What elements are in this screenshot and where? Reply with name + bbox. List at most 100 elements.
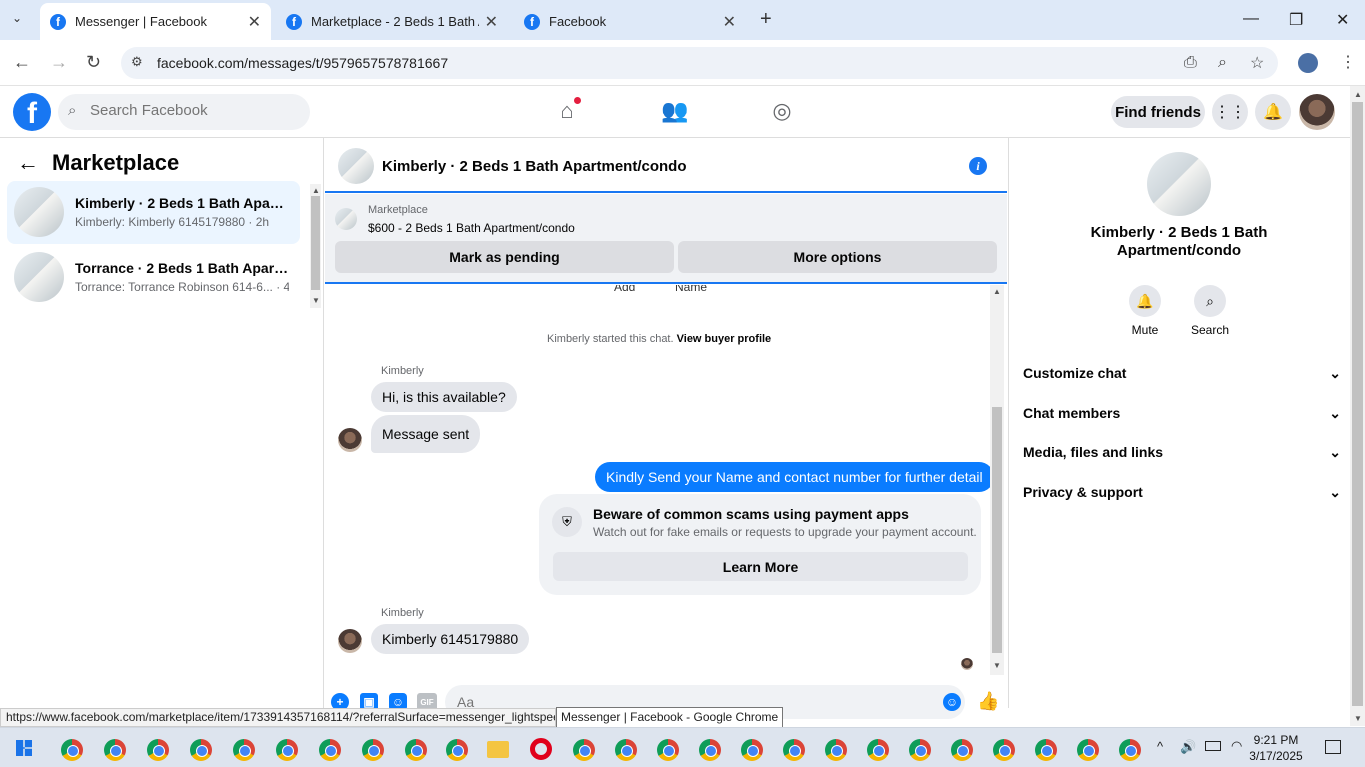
install-icon[interactable]: ⎙: [1184, 54, 1197, 72]
facebook-logo-icon[interactable]: f: [13, 93, 51, 131]
chrome-taskbar-icon[interactable]: [657, 739, 679, 761]
customize-chat-section[interactable]: Customize chat ⌄: [1023, 361, 1341, 385]
chrome-taskbar-icon[interactable]: [909, 739, 931, 761]
chrome-taskbar-icon[interactable]: [233, 739, 255, 761]
volume-icon[interactable]: 🔊: [1180, 739, 1196, 755]
account-avatar[interactable]: [1299, 94, 1335, 130]
chrome-taskbar-icon[interactable]: [319, 739, 341, 761]
incoming-message[interactable]: Message sent: [371, 415, 481, 453]
media-files-links-section[interactable]: Media, files and links ⌄: [1023, 440, 1341, 464]
scroll-up-icon[interactable]: ▲: [993, 287, 1001, 296]
tab-messenger[interactable]: f Messenger | Facebook ✕: [40, 3, 271, 40]
inbox-scrollbar[interactable]: ▲ ▼: [310, 184, 321, 308]
thumbs-up-icon[interactable]: 👍: [977, 691, 999, 712]
scroll-thumb[interactable]: [1352, 102, 1363, 706]
chrome-taskbar-icon[interactable]: [61, 739, 83, 761]
zoom-icon[interactable]: ⌕: [1218, 54, 1227, 72]
scroll-thumb[interactable]: [311, 196, 320, 290]
bell-icon[interactable]: 🔔: [1255, 94, 1291, 130]
mark-pending-button[interactable]: Mark as pending: [335, 241, 674, 273]
address-bar[interactable]: ⚙ facebook.com/messages/t/95796575787816…: [121, 47, 1278, 79]
chrome-taskbar-icon[interactable]: [867, 739, 889, 761]
chrome-taskbar-icon[interactable]: [1119, 739, 1141, 761]
back-arrow-icon[interactable]: ←: [17, 150, 39, 176]
chat-scrollbar[interactable]: ▲ ▼: [990, 285, 1004, 675]
chat-members-section[interactable]: Chat members ⌄: [1023, 401, 1341, 425]
home-icon[interactable]: ⌂: [554, 97, 581, 124]
tab-search-icon[interactable]: ⌄: [12, 11, 22, 25]
wifi-icon[interactable]: ◠: [1231, 738, 1242, 754]
chrome-taskbar-icon[interactable]: [104, 739, 126, 761]
chrome-taskbar-icon[interactable]: [405, 739, 427, 761]
chrome-taskbar-icon[interactable]: [699, 739, 721, 761]
profile-icon[interactable]: [1298, 53, 1318, 73]
groups-icon[interactable]: ◎: [769, 98, 795, 124]
chrome-taskbar-icon[interactable]: [825, 739, 847, 761]
chrome-taskbar-icon[interactable]: [783, 739, 805, 761]
file-explorer-icon[interactable]: [487, 741, 509, 758]
sender-avatar[interactable]: [338, 629, 362, 653]
chrome-menu-icon[interactable]: ⋮: [1340, 52, 1356, 72]
chrome-taskbar-icon[interactable]: [276, 739, 298, 761]
bookmark-star-icon[interactable]: ☆: [1250, 53, 1264, 73]
reload-icon[interactable]: ↻: [86, 52, 101, 73]
facebook-search[interactable]: ⌕: [58, 94, 310, 130]
conversation-item[interactable]: Torrance · 2 Beds 1 Bath Apartm... Torra…: [7, 246, 300, 309]
site-info-icon[interactable]: ⚙: [131, 54, 143, 70]
chrome-taskbar-icon[interactable]: [951, 739, 973, 761]
conversation-item[interactable]: Kimberly · 2 Beds 1 Bath Apart... Kimber…: [7, 181, 300, 244]
tab-close-icon[interactable]: ✕: [723, 12, 736, 32]
info-icon[interactable]: i: [969, 157, 987, 175]
new-tab-button[interactable]: +: [760, 8, 772, 31]
scroll-up-icon[interactable]: ▲: [312, 186, 320, 195]
close-window-icon[interactable]: ✕: [1336, 10, 1349, 30]
more-options-button[interactable]: More options: [678, 241, 997, 273]
chrome-taskbar-icon[interactable]: [190, 739, 212, 761]
chrome-taskbar-icon[interactable]: [615, 739, 637, 761]
scroll-thumb[interactable]: [992, 407, 1002, 653]
chrome-taskbar-icon[interactable]: [1035, 739, 1057, 761]
tab-marketplace[interactable]: f Marketplace - 2 Beds 1 Bath Ap ✕: [276, 3, 508, 40]
tray-chevron-icon[interactable]: ^: [1157, 739, 1163, 754]
listing-price-title[interactable]: $600 - 2 Beds 1 Bath Apartment/condo: [368, 221, 575, 235]
url-text[interactable]: facebook.com/messages/t/9579657578781667: [157, 55, 448, 71]
incoming-message[interactable]: Hi, is this available?: [371, 382, 517, 412]
scroll-up-icon[interactable]: ▲: [1354, 90, 1362, 99]
outgoing-message[interactable]: Kindly Send your Name and contact number…: [595, 462, 994, 492]
friends-icon[interactable]: 👥: [661, 98, 688, 124]
notifications-icon[interactable]: [1325, 740, 1341, 754]
forward-icon[interactable]: →: [50, 52, 68, 73]
page-scrollbar[interactable]: ▲ ▼: [1350, 86, 1365, 726]
maximize-icon[interactable]: ❐: [1289, 10, 1303, 30]
emoji-icon[interactable]: ☺: [943, 693, 961, 711]
view-buyer-profile-link[interactable]: View buyer profile: [677, 333, 772, 345]
chat-title[interactable]: Kimberly · 2 Beds 1 Bath Apartment/condo: [382, 158, 687, 175]
scroll-down-icon[interactable]: ▼: [312, 296, 320, 305]
back-icon[interactable]: ←: [13, 52, 31, 73]
chrome-taskbar-icon[interactable]: [147, 739, 169, 761]
chrome-taskbar-icon[interactable]: [993, 739, 1015, 761]
windows-start-icon[interactable]: [16, 740, 32, 756]
incoming-message[interactable]: Kimberly 6145179880: [371, 624, 530, 654]
chrome-taskbar-icon[interactable]: [1077, 739, 1099, 761]
learn-more-button[interactable]: Learn More: [553, 552, 968, 581]
privacy-support-section[interactable]: Privacy & support ⌄: [1023, 480, 1341, 504]
tab-close-icon[interactable]: ✕: [485, 12, 498, 32]
scroll-down-icon[interactable]: ▼: [1354, 714, 1362, 723]
chrome-taskbar-icon[interactable]: [446, 739, 468, 761]
chat-thumbnail[interactable]: [338, 148, 374, 184]
sender-avatar[interactable]: [338, 428, 362, 452]
opera-icon[interactable]: [530, 738, 552, 760]
chrome-taskbar-icon[interactable]: [741, 739, 763, 761]
minimize-icon[interactable]: —: [1243, 10, 1259, 28]
search-chat-button[interactable]: ⌕ Search: [1180, 285, 1240, 337]
find-friends-button[interactable]: Find friends: [1111, 96, 1205, 128]
search-input[interactable]: [90, 102, 290, 119]
chrome-taskbar-icon[interactable]: [573, 739, 595, 761]
taskbar-clock[interactable]: 9:21 PM 3/17/2025: [1244, 732, 1308, 764]
menu-grid-icon[interactable]: ⋮⋮: [1212, 94, 1248, 130]
chrome-taskbar-icon[interactable]: [362, 739, 384, 761]
tab-facebook[interactable]: f Facebook ✕: [514, 3, 746, 40]
mute-button[interactable]: 🔔 Mute: [1115, 285, 1175, 337]
battery-icon[interactable]: [1205, 741, 1221, 751]
